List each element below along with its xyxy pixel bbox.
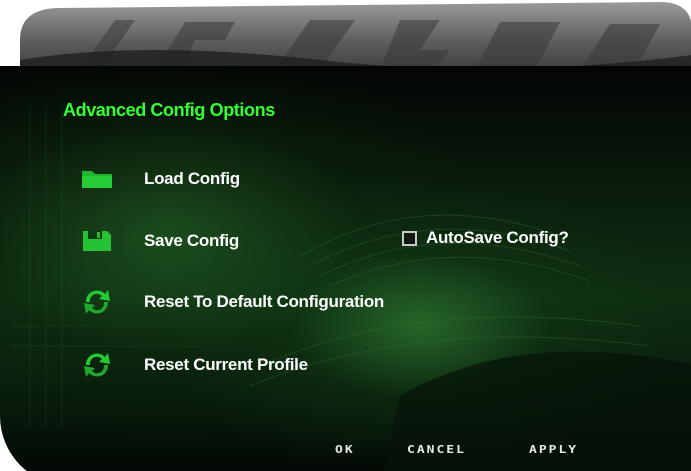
reset-profile-button[interactable]: Reset Current Profile [80, 348, 308, 382]
cancel-button[interactable]: CANCEL [407, 444, 466, 460]
reset-profile-label: Reset Current Profile [144, 355, 308, 374]
save-config-label: Save Config [144, 231, 239, 250]
options-panel [0, 66, 691, 471]
advanced-config-window: Advanced Config Options Load Config Save… [0, 0, 691, 471]
ok-button[interactable]: OK [335, 444, 355, 460]
load-config-button[interactable]: Load Config [80, 162, 240, 196]
dialog-heading: Advanced Config Options [63, 100, 275, 120]
apply-button[interactable]: APPLY [529, 444, 578, 460]
autosave-checkbox-box[interactable] [402, 230, 417, 246]
reset-default-button[interactable]: Reset To Default Configuration [80, 285, 384, 319]
folder-icon [80, 162, 120, 196]
autosave-config-checkbox[interactable]: AutoSave Config? [402, 228, 569, 248]
autosave-config-label: AutoSave Config? [426, 228, 569, 247]
panel-background-art [10, 106, 691, 471]
refresh-icon [80, 348, 120, 382]
refresh-icon [80, 285, 120, 319]
floppy-disk-icon [80, 224, 120, 258]
load-config-label: Load Config [144, 169, 240, 188]
save-config-button[interactable]: Save Config [80, 224, 239, 258]
reset-default-label: Reset To Default Configuration [144, 292, 385, 311]
